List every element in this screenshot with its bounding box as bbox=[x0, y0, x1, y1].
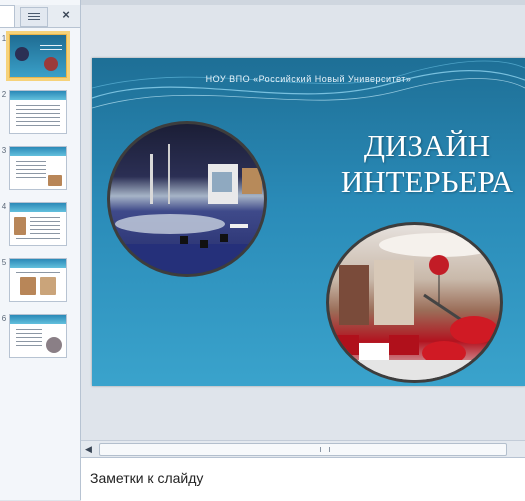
slide-thumbnail-4[interactable] bbox=[9, 202, 67, 246]
thumb-text bbox=[16, 345, 42, 346]
slide-number: 1 bbox=[1, 34, 7, 43]
scrollbar-thumb[interactable] bbox=[99, 443, 507, 456]
notes-placeholder: Заметки к слайду bbox=[90, 470, 204, 486]
thumb-text bbox=[16, 333, 42, 334]
thumb-text bbox=[30, 221, 60, 222]
thumb-header bbox=[10, 91, 66, 100]
thumb-text bbox=[16, 113, 60, 114]
interior-photo-hall[interactable] bbox=[107, 121, 267, 277]
thumb-header bbox=[10, 147, 66, 156]
thumb-header bbox=[10, 203, 66, 212]
thumb-text bbox=[30, 217, 60, 218]
thumb-image bbox=[20, 277, 36, 295]
title-line-2: ИНТЕРЬЕРА bbox=[340, 164, 514, 199]
thumb-text bbox=[16, 105, 60, 106]
slide-thumbnail-3[interactable] bbox=[9, 146, 67, 190]
thumb-text bbox=[40, 49, 62, 50]
tab-outline[interactable] bbox=[20, 7, 48, 27]
thumb-text bbox=[16, 109, 60, 110]
thumb-text bbox=[30, 233, 60, 234]
living-room-illustration bbox=[329, 233, 500, 380]
thumb-text bbox=[16, 341, 42, 342]
close-pane-icon[interactable]: × bbox=[58, 7, 74, 23]
slide-thumbnail-1[interactable] bbox=[9, 34, 67, 78]
horizontal-scrollbar[interactable]: ◀ bbox=[81, 440, 525, 457]
slides-pane: × 1 2 3 4 5 6 bbox=[0, 0, 81, 500]
thumb-text bbox=[30, 229, 60, 230]
thumb-text bbox=[16, 161, 46, 162]
thumb-image bbox=[14, 217, 26, 235]
title-line-1: ДИЗАЙН bbox=[363, 128, 491, 163]
slide-thumbnail-6[interactable] bbox=[9, 314, 67, 358]
wave-decoration bbox=[92, 60, 525, 109]
thumb-text bbox=[16, 121, 60, 122]
thumb-image bbox=[48, 175, 62, 186]
thumb-text bbox=[16, 238, 60, 239]
thumb-text bbox=[16, 329, 42, 330]
thumb-text bbox=[30, 225, 60, 226]
scroll-left-icon[interactable]: ◀ bbox=[85, 444, 95, 454]
hall-illustration bbox=[110, 144, 264, 274]
thumb-text bbox=[16, 173, 46, 174]
pane-tabs: × bbox=[0, 5, 80, 28]
thumb-image bbox=[40, 277, 56, 295]
thumb-image bbox=[46, 337, 62, 353]
thumb-text bbox=[16, 125, 60, 126]
outline-icon-line bbox=[28, 19, 40, 20]
organization-name: НОУ ВПО «Российский Новый Университет» bbox=[205, 74, 412, 84]
thumb-text bbox=[40, 45, 62, 46]
thumb-image bbox=[44, 57, 58, 71]
slide-thumbnail-5[interactable] bbox=[9, 258, 67, 302]
slide-number: 5 bbox=[1, 258, 7, 267]
scrollbar-grip-icon bbox=[320, 447, 330, 452]
slide-number: 3 bbox=[1, 146, 7, 155]
slide-title[interactable]: ДИЗАЙН ИНТЕРЬЕРА bbox=[327, 128, 525, 200]
notes-pane[interactable]: Заметки к слайду bbox=[81, 457, 525, 501]
slide-thumbnail-2[interactable] bbox=[9, 90, 67, 134]
slide-number: 2 bbox=[1, 90, 7, 99]
thumb-text bbox=[16, 272, 60, 273]
thumb-header bbox=[10, 315, 66, 324]
thumb-header bbox=[10, 259, 66, 268]
thumb-text bbox=[16, 165, 46, 166]
thumb-text bbox=[16, 169, 46, 170]
outline-icon-line bbox=[28, 16, 40, 17]
thumb-text bbox=[16, 337, 42, 338]
slide-number: 6 bbox=[1, 314, 7, 323]
interior-photo-living-room[interactable] bbox=[326, 222, 503, 383]
thumb-text bbox=[16, 117, 60, 118]
thumb-text bbox=[16, 177, 46, 178]
outline-icon bbox=[28, 13, 40, 14]
current-slide[interactable]: НОУ ВПО «Российский Новый Университет» Д… bbox=[92, 58, 525, 386]
slide-number: 4 bbox=[1, 202, 7, 211]
thumb-image bbox=[15, 47, 29, 61]
tab-slides[interactable] bbox=[0, 5, 15, 27]
